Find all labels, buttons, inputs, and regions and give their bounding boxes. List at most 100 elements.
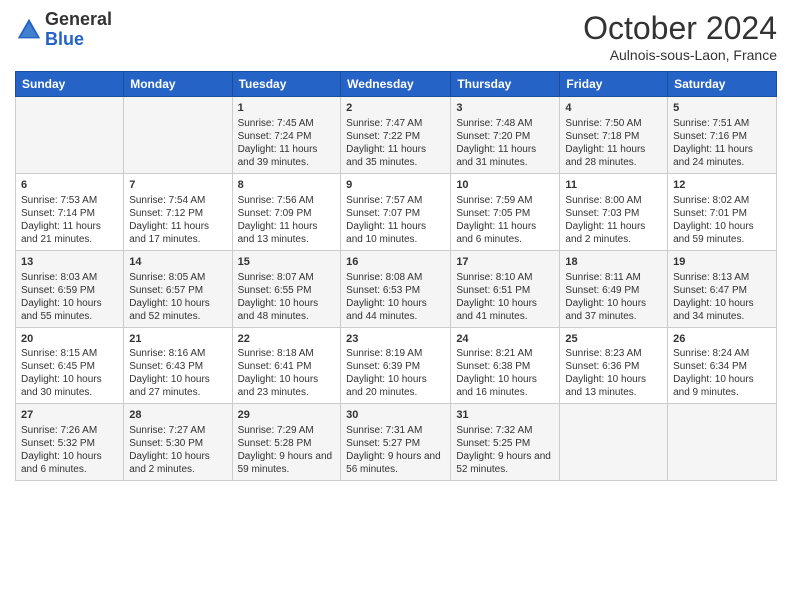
day-number: 26 [673, 332, 771, 347]
day-info: Sunrise: 8:13 AM Sunset: 6:47 PM Dayligh… [673, 271, 771, 323]
day-info: Sunrise: 7:50 AM Sunset: 7:18 PM Dayligh… [565, 117, 662, 169]
calendar-cell: 7Sunrise: 7:54 AM Sunset: 7:12 PM Daylig… [124, 173, 232, 250]
header-row: SundayMondayTuesdayWednesdayThursdayFrid… [16, 72, 777, 97]
page: General Blue October 2024 Aulnois-sous-L… [0, 0, 792, 612]
location: Aulnois-sous-Laon, France [583, 47, 777, 63]
day-info: Sunrise: 8:24 AM Sunset: 6:34 PM Dayligh… [673, 347, 771, 399]
logo-blue: Blue [45, 30, 112, 50]
day-number: 9 [346, 178, 445, 193]
calendar-cell: 24Sunrise: 8:21 AM Sunset: 6:38 PM Dayli… [451, 327, 560, 404]
day-info: Sunrise: 8:10 AM Sunset: 6:51 PM Dayligh… [456, 271, 554, 323]
day-info: Sunrise: 8:15 AM Sunset: 6:45 PM Dayligh… [21, 347, 118, 399]
day-number: 3 [456, 101, 554, 116]
day-info: Sunrise: 8:19 AM Sunset: 6:39 PM Dayligh… [346, 347, 445, 399]
day-number: 10 [456, 178, 554, 193]
calendar-cell: 27Sunrise: 7:26 AM Sunset: 5:32 PM Dayli… [16, 404, 124, 481]
calendar-cell: 23Sunrise: 8:19 AM Sunset: 6:39 PM Dayli… [341, 327, 451, 404]
calendar-cell: 18Sunrise: 8:11 AM Sunset: 6:49 PM Dayli… [560, 250, 668, 327]
day-number: 27 [21, 408, 118, 423]
col-header-saturday: Saturday [668, 72, 777, 97]
day-info: Sunrise: 8:16 AM Sunset: 6:43 PM Dayligh… [129, 347, 226, 399]
month-title: October 2024 [583, 10, 777, 47]
day-number: 14 [129, 255, 226, 270]
logo: General Blue [15, 10, 112, 50]
day-number: 25 [565, 332, 662, 347]
day-info: Sunrise: 7:54 AM Sunset: 7:12 PM Dayligh… [129, 194, 226, 246]
day-number: 20 [21, 332, 118, 347]
day-number: 19 [673, 255, 771, 270]
col-header-thursday: Thursday [451, 72, 560, 97]
day-info: Sunrise: 8:11 AM Sunset: 6:49 PM Dayligh… [565, 271, 662, 323]
day-number: 11 [565, 178, 662, 193]
day-number: 16 [346, 255, 445, 270]
day-number: 13 [21, 255, 118, 270]
calendar-cell: 31Sunrise: 7:32 AM Sunset: 5:25 PM Dayli… [451, 404, 560, 481]
day-info: Sunrise: 7:53 AM Sunset: 7:14 PM Dayligh… [21, 194, 118, 246]
day-number: 22 [238, 332, 336, 347]
day-number: 21 [129, 332, 226, 347]
col-header-friday: Friday [560, 72, 668, 97]
calendar-cell: 11Sunrise: 8:00 AM Sunset: 7:03 PM Dayli… [560, 173, 668, 250]
day-info: Sunrise: 7:45 AM Sunset: 7:24 PM Dayligh… [238, 117, 336, 169]
day-info: Sunrise: 7:27 AM Sunset: 5:30 PM Dayligh… [129, 424, 226, 476]
calendar-cell [560, 404, 668, 481]
calendar-cell: 28Sunrise: 7:27 AM Sunset: 5:30 PM Dayli… [124, 404, 232, 481]
calendar-cell: 9Sunrise: 7:57 AM Sunset: 7:07 PM Daylig… [341, 173, 451, 250]
day-number: 1 [238, 101, 336, 116]
calendar-cell: 1Sunrise: 7:45 AM Sunset: 7:24 PM Daylig… [232, 97, 341, 174]
calendar-row-3: 13Sunrise: 8:03 AM Sunset: 6:59 PM Dayli… [16, 250, 777, 327]
col-header-tuesday: Tuesday [232, 72, 341, 97]
day-number: 6 [21, 178, 118, 193]
logo-general: General [45, 10, 112, 30]
calendar-cell: 21Sunrise: 8:16 AM Sunset: 6:43 PM Dayli… [124, 327, 232, 404]
day-info: Sunrise: 8:00 AM Sunset: 7:03 PM Dayligh… [565, 194, 662, 246]
day-info: Sunrise: 7:48 AM Sunset: 7:20 PM Dayligh… [456, 117, 554, 169]
day-number: 31 [456, 408, 554, 423]
day-info: Sunrise: 7:29 AM Sunset: 5:28 PM Dayligh… [238, 424, 336, 476]
title-block: October 2024 Aulnois-sous-Laon, France [583, 10, 777, 63]
calendar-table: SundayMondayTuesdayWednesdayThursdayFrid… [15, 71, 777, 481]
day-number: 15 [238, 255, 336, 270]
day-info: Sunrise: 8:02 AM Sunset: 7:01 PM Dayligh… [673, 194, 771, 246]
calendar-row-4: 20Sunrise: 8:15 AM Sunset: 6:45 PM Dayli… [16, 327, 777, 404]
calendar-cell: 2Sunrise: 7:47 AM Sunset: 7:22 PM Daylig… [341, 97, 451, 174]
day-number: 7 [129, 178, 226, 193]
day-info: Sunrise: 7:51 AM Sunset: 7:16 PM Dayligh… [673, 117, 771, 169]
calendar-cell: 22Sunrise: 8:18 AM Sunset: 6:41 PM Dayli… [232, 327, 341, 404]
day-info: Sunrise: 7:57 AM Sunset: 7:07 PM Dayligh… [346, 194, 445, 246]
day-info: Sunrise: 8:23 AM Sunset: 6:36 PM Dayligh… [565, 347, 662, 399]
day-number: 5 [673, 101, 771, 116]
col-header-sunday: Sunday [16, 72, 124, 97]
calendar-cell [16, 97, 124, 174]
day-info: Sunrise: 7:26 AM Sunset: 5:32 PM Dayligh… [21, 424, 118, 476]
calendar-cell: 30Sunrise: 7:31 AM Sunset: 5:27 PM Dayli… [341, 404, 451, 481]
calendar-cell: 14Sunrise: 8:05 AM Sunset: 6:57 PM Dayli… [124, 250, 232, 327]
day-info: Sunrise: 8:08 AM Sunset: 6:53 PM Dayligh… [346, 271, 445, 323]
calendar-cell: 8Sunrise: 7:56 AM Sunset: 7:09 PM Daylig… [232, 173, 341, 250]
day-number: 30 [346, 408, 445, 423]
logo-icon [15, 16, 43, 44]
logo-text: General Blue [45, 10, 112, 50]
day-info: Sunrise: 8:18 AM Sunset: 6:41 PM Dayligh… [238, 347, 336, 399]
calendar-row-2: 6Sunrise: 7:53 AM Sunset: 7:14 PM Daylig… [16, 173, 777, 250]
day-info: Sunrise: 8:03 AM Sunset: 6:59 PM Dayligh… [21, 271, 118, 323]
calendar-cell: 5Sunrise: 7:51 AM Sunset: 7:16 PM Daylig… [668, 97, 777, 174]
calendar-cell: 16Sunrise: 8:08 AM Sunset: 6:53 PM Dayli… [341, 250, 451, 327]
col-header-wednesday: Wednesday [341, 72, 451, 97]
calendar-row-5: 27Sunrise: 7:26 AM Sunset: 5:32 PM Dayli… [16, 404, 777, 481]
calendar-cell: 19Sunrise: 8:13 AM Sunset: 6:47 PM Dayli… [668, 250, 777, 327]
calendar-cell: 10Sunrise: 7:59 AM Sunset: 7:05 PM Dayli… [451, 173, 560, 250]
calendar-cell: 25Sunrise: 8:23 AM Sunset: 6:36 PM Dayli… [560, 327, 668, 404]
day-number: 23 [346, 332, 445, 347]
col-header-monday: Monday [124, 72, 232, 97]
day-info: Sunrise: 7:59 AM Sunset: 7:05 PM Dayligh… [456, 194, 554, 246]
calendar-row-1: 1Sunrise: 7:45 AM Sunset: 7:24 PM Daylig… [16, 97, 777, 174]
day-number: 29 [238, 408, 336, 423]
day-info: Sunrise: 8:05 AM Sunset: 6:57 PM Dayligh… [129, 271, 226, 323]
day-info: Sunrise: 7:47 AM Sunset: 7:22 PM Dayligh… [346, 117, 445, 169]
day-number: 8 [238, 178, 336, 193]
day-info: Sunrise: 8:21 AM Sunset: 6:38 PM Dayligh… [456, 347, 554, 399]
calendar-cell: 26Sunrise: 8:24 AM Sunset: 6:34 PM Dayli… [668, 327, 777, 404]
calendar-cell: 3Sunrise: 7:48 AM Sunset: 7:20 PM Daylig… [451, 97, 560, 174]
day-number: 17 [456, 255, 554, 270]
